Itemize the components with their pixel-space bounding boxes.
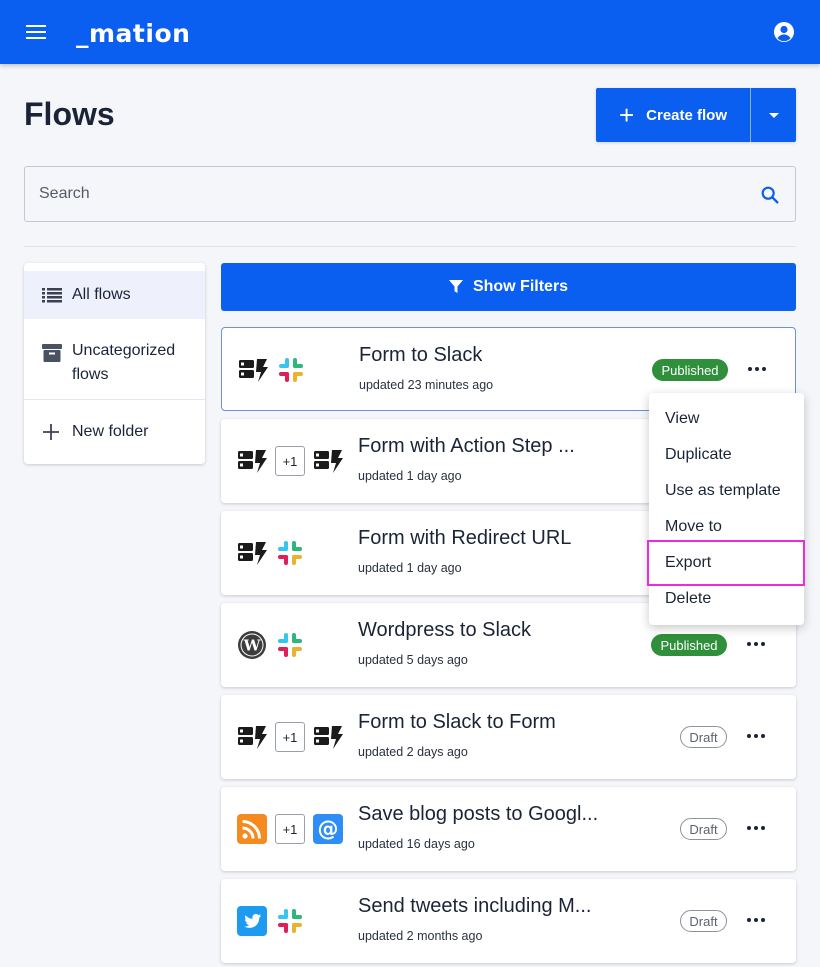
sidebar-item-all-flows[interactable]: All flows xyxy=(24,271,205,319)
slack-icon xyxy=(279,358,303,382)
flow-title[interactable]: Wordpress to Slack xyxy=(358,619,531,642)
more-options-button[interactable] xyxy=(743,817,769,839)
search-field xyxy=(24,166,796,222)
more-apps-badge: +1 xyxy=(275,814,305,844)
show-filters-label: Show Filters xyxy=(472,278,569,295)
flow-updated-time: updated 2 days ago xyxy=(358,745,468,759)
flow-title[interactable]: Form with Action Step ... xyxy=(358,435,575,458)
app-icons: W xyxy=(237,629,305,661)
list-icon xyxy=(42,288,62,303)
app-icons xyxy=(237,905,305,937)
form-icon xyxy=(238,450,267,473)
sidebar-item-label: All flows xyxy=(72,286,131,303)
more-options-button[interactable] xyxy=(743,725,769,747)
search-icon[interactable] xyxy=(759,184,781,206)
sidebar-item-uncategorized-flows[interactable]: Uncategorized flows xyxy=(24,327,205,399)
plus-icon: + xyxy=(618,100,635,130)
flow-title[interactable]: Save blog posts to Googl... xyxy=(358,803,598,826)
flow-updated-time: updated 5 days ago xyxy=(358,653,468,667)
flow-updated-time: updated 2 months ago xyxy=(358,929,483,943)
filter-icon xyxy=(448,280,463,293)
page-title: Flows xyxy=(24,96,115,132)
search-input[interactable] xyxy=(25,167,745,221)
status-badge: Published xyxy=(652,359,728,381)
show-filters-button[interactable]: Show Filters xyxy=(221,263,796,311)
rss-icon xyxy=(237,814,267,844)
menu-item-view[interactable]: View xyxy=(649,401,804,437)
app-icons: +1 xyxy=(237,721,343,753)
slack-icon xyxy=(278,541,302,565)
plus-icon xyxy=(43,424,59,440)
status-badge: Draft xyxy=(680,910,727,932)
status-badge: Published xyxy=(651,634,727,656)
sidebar-divider xyxy=(24,399,205,400)
create-flow-split-button: + Create flow xyxy=(596,88,796,142)
flow-card[interactable]: Send tweets including M... updated 2 mon… xyxy=(221,879,796,963)
flow-context-menu: View Duplicate Use as template Move to E… xyxy=(647,393,805,625)
flow-updated-time: updated 16 days ago xyxy=(358,837,475,851)
form-icon xyxy=(238,726,267,749)
status-badge: Draft xyxy=(680,818,727,840)
app-icons xyxy=(238,354,306,386)
svg-text:@: @ xyxy=(318,817,339,841)
account-circle-icon[interactable] xyxy=(772,20,796,44)
create-flow-label: Create flow xyxy=(646,106,728,124)
flow-title[interactable]: Send tweets including M... xyxy=(358,895,591,918)
form-icon xyxy=(239,359,268,382)
divider xyxy=(24,246,796,247)
sidebar-item-label: Uncategorized flows xyxy=(72,342,176,383)
more-options-button[interactable] xyxy=(743,909,769,931)
flow-updated-time: updated 1 day ago xyxy=(358,561,462,575)
menu-item-use-as-template[interactable]: Use as template xyxy=(649,473,804,509)
flow-card[interactable]: +1 @ Save blog posts to Googl... updated… xyxy=(221,787,796,871)
more-options-button[interactable] xyxy=(743,633,769,655)
form-icon xyxy=(314,450,343,473)
form-icon xyxy=(238,542,267,565)
menu-item-duplicate[interactable]: Duplicate xyxy=(649,437,804,473)
wordpress-icon: W xyxy=(238,631,266,659)
menu-icon[interactable] xyxy=(24,21,48,43)
new-folder-button[interactable]: New folder xyxy=(24,408,205,456)
flow-title[interactable]: Form to Slack xyxy=(359,344,482,367)
menu-item-export[interactable]: Export xyxy=(647,540,805,586)
sidebar-item-label: New folder xyxy=(72,423,149,440)
flow-card[interactable]: +1 Form to Slack to Form updated 2 days … xyxy=(221,695,796,779)
form-icon xyxy=(314,726,343,749)
flow-title[interactable]: Form with Redirect URL xyxy=(358,527,571,550)
create-flow-button[interactable]: + Create flow xyxy=(596,88,751,142)
app-icons xyxy=(237,537,305,569)
twitter-icon xyxy=(237,906,267,936)
app-logo[interactable]: _mation xyxy=(76,19,190,48)
archive-icon xyxy=(42,344,62,362)
top-app-bar: _mation xyxy=(0,0,820,64)
more-options-button[interactable] xyxy=(744,358,770,380)
slack-icon xyxy=(278,633,302,657)
more-apps-badge: +1 xyxy=(275,722,305,752)
flow-updated-time: updated 1 day ago xyxy=(358,469,462,483)
slack-icon xyxy=(278,909,302,933)
flow-updated-time: updated 23 minutes ago xyxy=(359,378,494,392)
caret-down-icon xyxy=(768,112,779,118)
app-icons: +1 xyxy=(237,445,343,477)
status-badge: Draft xyxy=(680,726,727,748)
folder-sidebar: All flows Uncategorized flows New folder xyxy=(24,263,205,464)
flow-title[interactable]: Form to Slack to Form xyxy=(358,711,556,734)
more-apps-badge: +1 xyxy=(275,446,305,476)
app-icons: +1 @ xyxy=(237,813,343,845)
menu-item-delete[interactable]: Delete xyxy=(649,581,804,617)
svg-text:W: W xyxy=(243,637,262,655)
create-flow-dropdown-button[interactable] xyxy=(751,88,796,142)
email-icon: @ xyxy=(313,814,343,844)
